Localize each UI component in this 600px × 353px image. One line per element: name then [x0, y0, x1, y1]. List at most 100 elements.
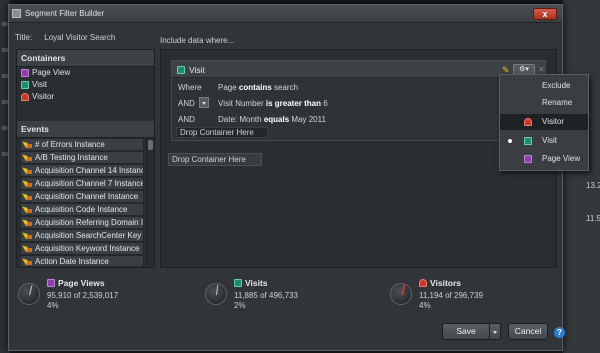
rule-row[interactable]: AND Date: Month equals May 2011 — [172, 111, 545, 128]
visitor-icon — [21, 93, 29, 101]
container-item-page-view[interactable]: Page View — [17, 67, 154, 79]
container-options-menu: Exclude Rename Visitor Visit Page View — [499, 74, 589, 171]
container-item-visitor[interactable]: Visitor — [17, 91, 154, 103]
rule-operator: AND — [178, 99, 195, 108]
events-list: # of Errors Instance A/B Testing Instanc… — [20, 138, 144, 266]
event-label: Action Date Instance — [35, 257, 109, 266]
pie-marker — [401, 285, 406, 296]
pie-marker — [216, 285, 219, 296]
event-item[interactable]: Acquisition Channel 7 Instance — [20, 177, 144, 190]
visit-icon — [177, 66, 185, 74]
page-view-icon — [21, 69, 29, 77]
event-item[interactable]: # of Errors Instance — [20, 138, 144, 151]
event-label: Acquisition Code Instance — [35, 205, 128, 214]
dialog-titlebar[interactable]: Segment Filter Builder x — [9, 5, 562, 23]
segment-title-field[interactable]: Loyal Visitor Search — [44, 33, 115, 42]
stat-percent: 4% — [47, 301, 59, 310]
menu-item-rename[interactable]: Rename — [500, 95, 588, 111]
event-item[interactable]: Acquisition Channel 14 Instance — [20, 164, 144, 177]
event-label: Acquisition Channel 7 Instance — [35, 179, 144, 188]
remove-container-icon[interactable]: ✕ — [538, 65, 545, 74]
event-icon — [23, 218, 32, 227]
event-label: A/B Testing Instance — [35, 153, 108, 162]
drop-container-zone-inner[interactable]: Drop Container Here — [176, 127, 268, 138]
event-icon — [23, 140, 32, 149]
event-item[interactable]: Acquisition Channel Instance — [20, 190, 144, 203]
pie-marker — [29, 285, 33, 296]
rule-operator: AND — [178, 115, 195, 124]
menu-item-visit[interactable]: Visit — [500, 133, 588, 149]
event-icon — [23, 192, 32, 201]
stat-count: 95,910 of 2,539,017 — [47, 291, 119, 300]
event-label: Acquisition Channel Instance — [35, 192, 139, 201]
event-label: Acquisition Referring Domain I — [35, 218, 144, 227]
components-panel: Containers Page View Visit Visitor Event… — [16, 49, 155, 268]
rule-operator: Where — [178, 83, 202, 92]
event-item[interactable]: Acquisition SearchCenter Key — [20, 229, 144, 242]
visit-container[interactable]: Visit ✎ ⚙▾ ✕ Where Page contains search … — [171, 60, 546, 141]
event-icon — [23, 153, 32, 162]
background-number: 11.5 — [586, 214, 600, 223]
event-label: Acquisition Channel 14 Instance — [35, 166, 144, 175]
visit-container-label: Visit — [189, 65, 205, 75]
help-icon[interactable]: ? — [554, 327, 565, 338]
event-label: Acquisition SearchCenter Key — [35, 231, 142, 240]
event-icon — [23, 231, 32, 240]
rule-row[interactable]: AND Visit Number is greater than 6 — [172, 95, 545, 112]
background-number: 13.2 — [586, 181, 600, 190]
visitor-icon — [419, 279, 427, 287]
container-item-label: Visit — [32, 80, 47, 89]
container-item-label: Page View — [32, 68, 71, 77]
event-item[interactable]: Action Date Instance — [20, 255, 144, 266]
event-label: Acquisition Keyword Instance — [35, 244, 140, 253]
operator-dropdown[interactable] — [199, 97, 209, 108]
page-view-icon — [47, 279, 55, 287]
event-icon — [23, 257, 32, 266]
cancel-button[interactable]: Cancel — [508, 323, 548, 340]
drop-container-zone[interactable]: Drop Container Here — [168, 153, 262, 166]
stat-name: Page Views — [47, 278, 105, 288]
visitors-pie — [390, 283, 412, 305]
menu-item-page-view[interactable]: Page View — [500, 151, 588, 167]
stat-percent: 2% — [234, 301, 246, 310]
visit-icon — [21, 81, 29, 89]
event-item[interactable]: Acquisition Code Instance — [20, 203, 144, 216]
stat-name: Visitors — [419, 278, 461, 288]
rule-text: Visit Number is greater than 6 — [218, 99, 328, 108]
menu-item-visitor[interactable]: Visitor — [500, 114, 588, 130]
segment-filter-builder-dialog: Segment Filter Builder x Title: Loyal Vi… — [8, 4, 565, 351]
event-icon — [23, 179, 32, 188]
visits-pie — [205, 283, 227, 305]
stat-count: 11,885 of 496,733 — [234, 291, 298, 300]
container-item-label: Visitor — [32, 92, 55, 101]
visit-icon — [524, 137, 532, 145]
rule-text: Page contains search — [218, 83, 299, 92]
events-header: Events — [17, 121, 154, 138]
stat-count: 11,194 of 296,739 — [419, 291, 483, 300]
event-icon — [23, 244, 32, 253]
events-scrollbar[interactable] — [146, 138, 153, 266]
segment-title-row: Title: Loyal Visitor Search — [15, 33, 115, 42]
container-item-visit[interactable]: Visit — [17, 79, 154, 91]
event-item[interactable]: Acquisition Keyword Instance — [20, 242, 144, 255]
page-views-pie — [18, 283, 40, 305]
selected-dot-icon — [508, 139, 512, 143]
rule-row[interactable]: Where Page contains search — [172, 79, 545, 96]
stat-percent: 4% — [419, 301, 431, 310]
dialog-title: Segment Filter Builder — [25, 9, 105, 18]
scrollbar-thumb[interactable] — [148, 140, 153, 150]
visit-icon — [234, 279, 242, 287]
save-options-dropdown[interactable] — [490, 323, 501, 340]
stat-name: Visits — [234, 278, 268, 288]
save-button[interactable]: Save — [442, 323, 490, 340]
menu-item-exclude[interactable]: Exclude — [500, 78, 588, 94]
event-item[interactable]: A/B Testing Instance — [20, 151, 144, 164]
background-report-panel: 13.2 11.5 — [563, 0, 600, 353]
include-data-label: Include data where... — [160, 36, 235, 45]
event-item[interactable]: Acquisition Referring Domain I — [20, 216, 144, 229]
events-section: Events # of Errors Instance A/B Testing … — [17, 121, 154, 267]
containers-header: Containers — [17, 50, 154, 67]
title-label: Title: — [15, 33, 33, 42]
event-label: # of Errors Instance — [35, 140, 105, 149]
close-button[interactable]: x — [533, 8, 557, 20]
